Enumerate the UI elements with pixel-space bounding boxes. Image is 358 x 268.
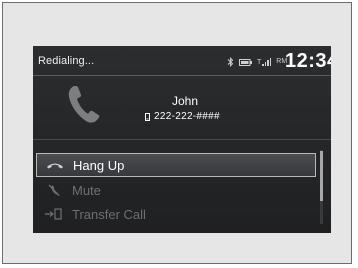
bluetooth-icon: [227, 57, 234, 67]
scrollbar-thumb[interactable]: [320, 151, 323, 201]
battery-icon: [239, 58, 252, 66]
menu-item-hang-up[interactable]: Hang Up: [36, 153, 316, 177]
menu-item-label: Transfer Call: [72, 206, 146, 222]
status-bar: Redialing... T RM 12:3: [33, 46, 331, 76]
caller-number-row: 222-222-####: [145, 111, 220, 122]
phone-screen: Redialing... T RM 12:3 John 222-222-####…: [33, 46, 331, 233]
menu-item-label: Mute: [72, 182, 101, 198]
call-info: John 222-222-####: [33, 76, 331, 138]
clock: 12:34: [285, 50, 331, 72]
menu-item-mute[interactable]: Mute: [36, 178, 316, 202]
phone-handset-icon: [68, 86, 100, 123]
mobile-phone-icon: [145, 112, 150, 121]
call-options-menu: Hang Up Mute Transfer Call: [33, 139, 331, 233]
call-status-text: Redialing...: [38, 55, 95, 67]
hang-up-icon: [47, 163, 63, 169]
menu-item-label: Hang Up: [73, 157, 125, 173]
caller-name: John: [172, 94, 199, 108]
caller-number: 222-222-####: [154, 111, 220, 122]
status-icons: T RM: [227, 57, 287, 67]
display-frame: Redialing... T RM 12:3 John 222-222-####…: [2, 2, 352, 264]
signal-icon: T: [257, 58, 272, 66]
menu-item-transfer-call[interactable]: Transfer Call: [36, 202, 316, 226]
signal-bars: [262, 58, 272, 66]
signal-label: T: [257, 59, 262, 66]
mute-icon: [48, 184, 60, 196]
transfer-call-icon: [45, 208, 62, 220]
